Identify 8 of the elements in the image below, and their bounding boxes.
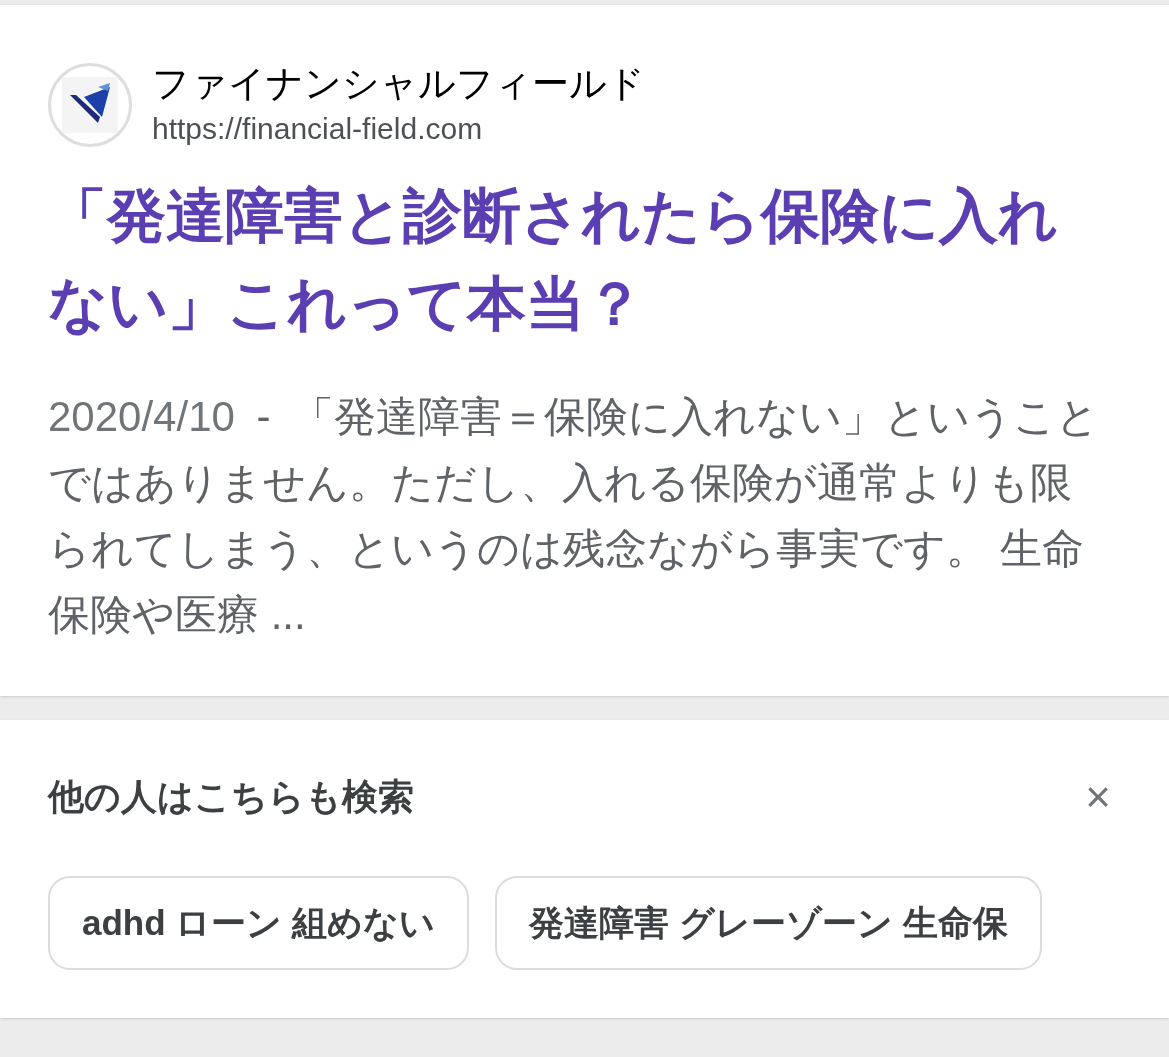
related-searches-heading: 他の人はこちらも検索: [48, 775, 414, 819]
site-name: ファイナンシャルフィールド: [152, 62, 645, 106]
site-url: https://financial-field.com: [152, 111, 484, 147]
close-button[interactable]: ×: [1085, 775, 1111, 819]
related-search-chip[interactable]: adhd ローン 組めない: [48, 876, 470, 970]
result-snippet: 2020/4/10 - 「発達障害＝保険に入れない」ということではありません。ただし、入れる保険が通常よりも限られてしまう、というのは残念ながら事実です。 生命保険や医療 ...: [48, 392, 1101, 640]
result-title-link[interactable]: 「発達障害と診断されたら保険に入れない」これって本当？: [48, 172, 1088, 348]
related-search-chip[interactable]: 発達障害 グレーゾーン 生命保: [495, 876, 1042, 970]
